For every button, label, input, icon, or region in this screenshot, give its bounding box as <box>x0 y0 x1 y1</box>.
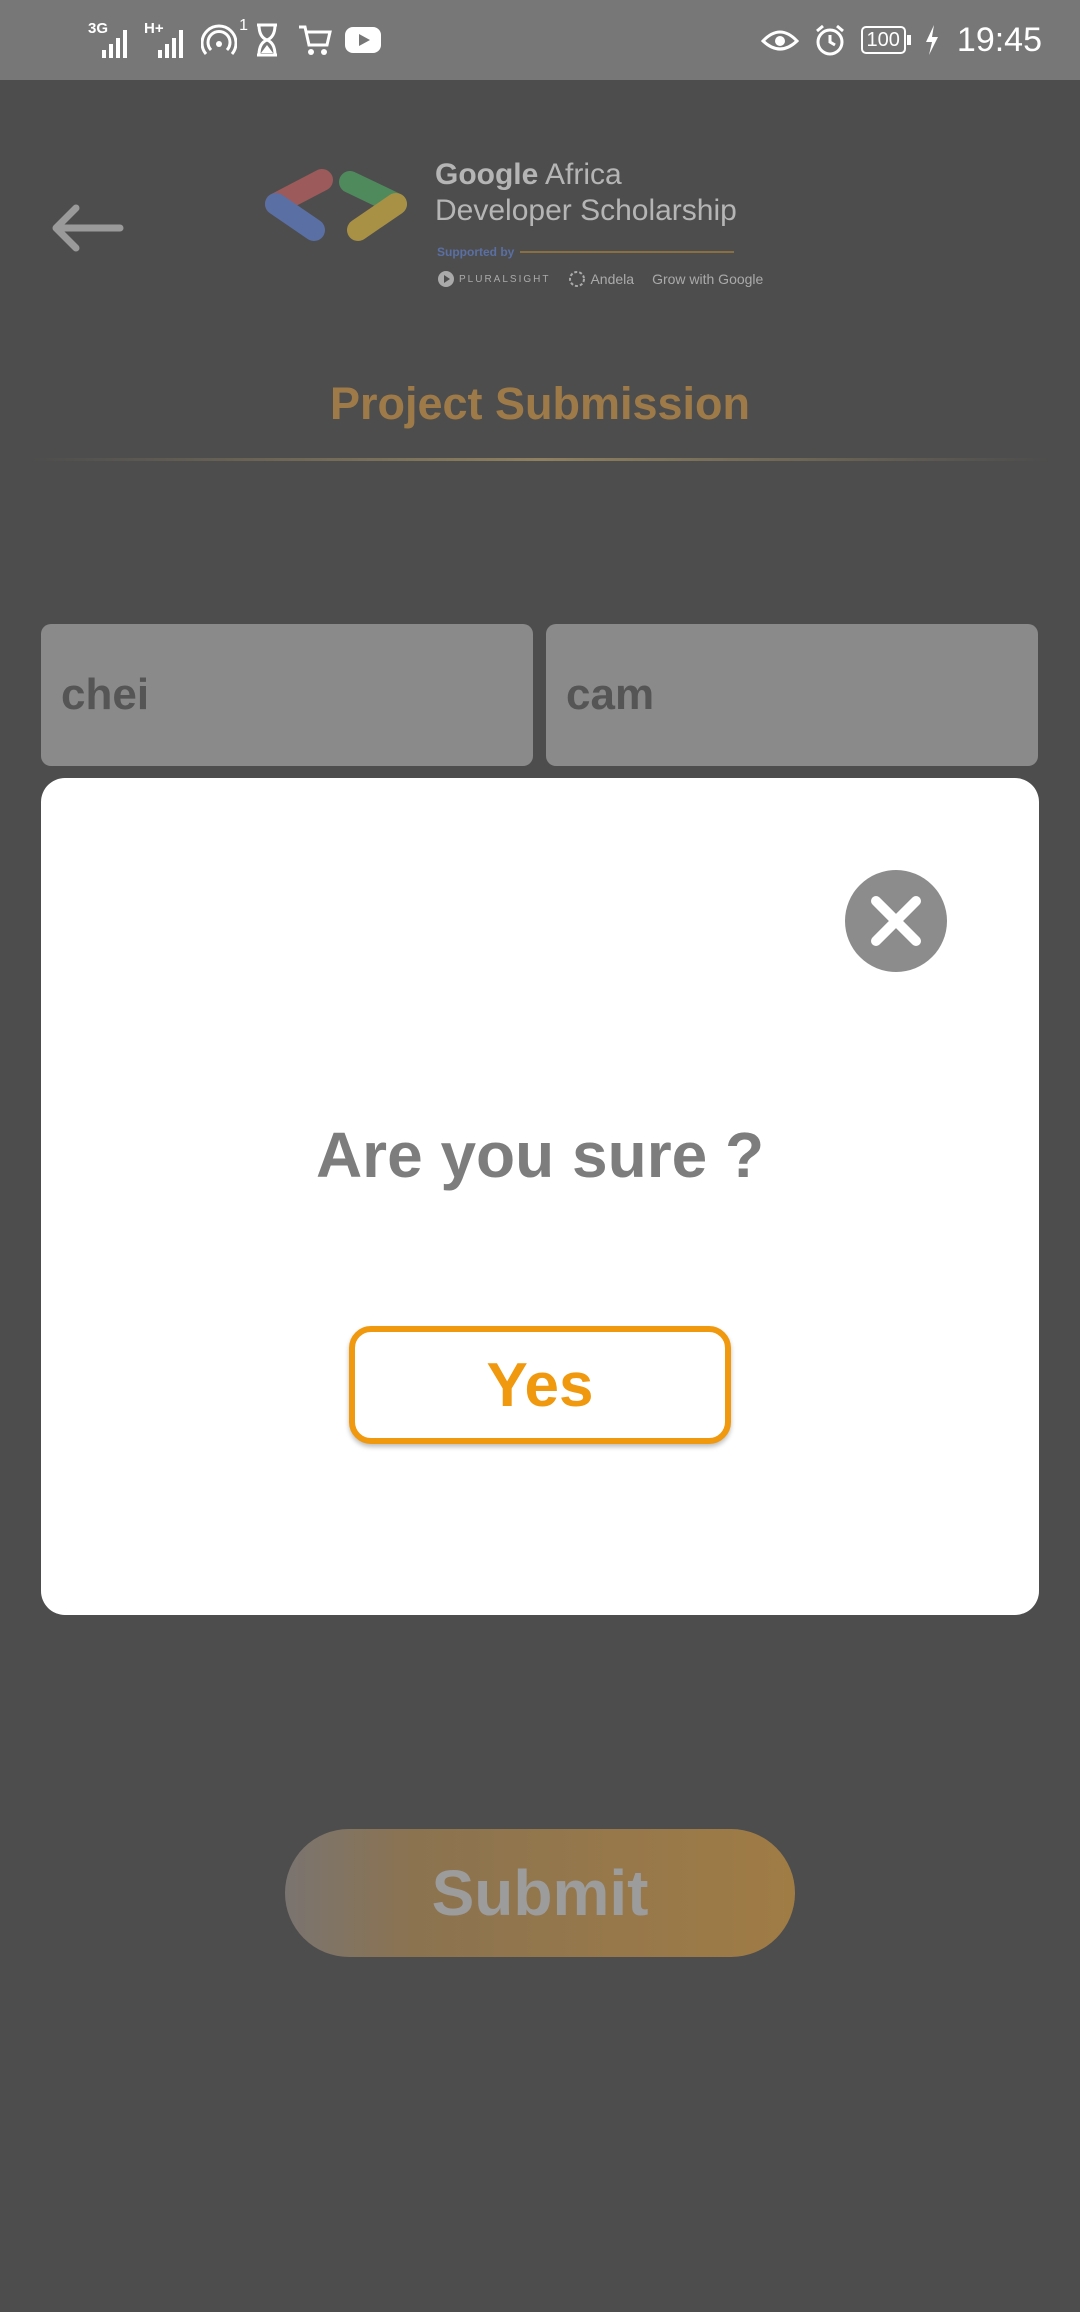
code-brackets-logo-icon <box>265 169 407 241</box>
alarm-icon <box>811 21 849 59</box>
status-bar-right: 100 19:45 <box>760 0 1042 80</box>
clock: 19:45 <box>956 20 1042 59</box>
last-name-input[interactable]: cam <box>546 624 1038 766</box>
hotspot-icon: 1 <box>200 17 248 59</box>
close-icon <box>871 896 921 946</box>
status-bar-left: 3G H+ 1 <box>88 0 382 80</box>
page-title: Project Submission <box>329 378 751 429</box>
logo-partners: PLURALSIGHT Andela Grow with Google <box>437 270 763 288</box>
logo-title-line2: Developer Scholarship <box>435 194 737 227</box>
dialog-title: Are you sure ? <box>315 1119 765 1191</box>
close-button[interactable] <box>845 870 947 972</box>
submit-button[interactable]: Submit <box>285 1829 795 1957</box>
signal-icon: 3G <box>88 20 134 60</box>
back-button[interactable] <box>48 200 128 256</box>
partner-andela: Andela <box>590 271 635 287</box>
battery-icon: 100 <box>860 26 911 54</box>
youtube-icon <box>344 21 382 59</box>
logo-google-word: Google <box>435 158 539 191</box>
status-bar: 3G H+ 1 100 19:45 <box>0 0 1080 80</box>
charging-icon <box>923 21 941 59</box>
hotspot-count: 1 <box>239 17 248 34</box>
partner-grow-with-google: Grow with Google <box>652 271 764 287</box>
andela-partner: Andela <box>568 270 634 288</box>
hourglass-icon <box>248 21 286 59</box>
logo-supported-by: Supported by <box>437 245 515 259</box>
pluralsight-partner: PLURALSIGHT <box>437 270 550 288</box>
pluralsight-icon <box>438 271 454 287</box>
andela-icon <box>569 271 586 287</box>
yes-button[interactable]: Yes <box>349 1326 731 1444</box>
partner-pluralsight: PLURALSIGHT <box>459 273 551 285</box>
logo-africa-word: Africa <box>538 158 622 191</box>
title-divider <box>30 458 1050 461</box>
confirm-dialog: Are you sure ? Yes <box>41 778 1039 1615</box>
logo-divider <box>520 251 734 253</box>
eye-icon <box>760 21 799 59</box>
cart-icon <box>296 21 334 59</box>
battery-level: 100 <box>860 26 906 54</box>
signal-icon: H+ <box>144 20 190 60</box>
first-name-input[interactable]: chei <box>41 624 533 766</box>
logo-title-line1: Google Africa <box>435 158 622 192</box>
back-arrow-icon <box>52 204 124 252</box>
